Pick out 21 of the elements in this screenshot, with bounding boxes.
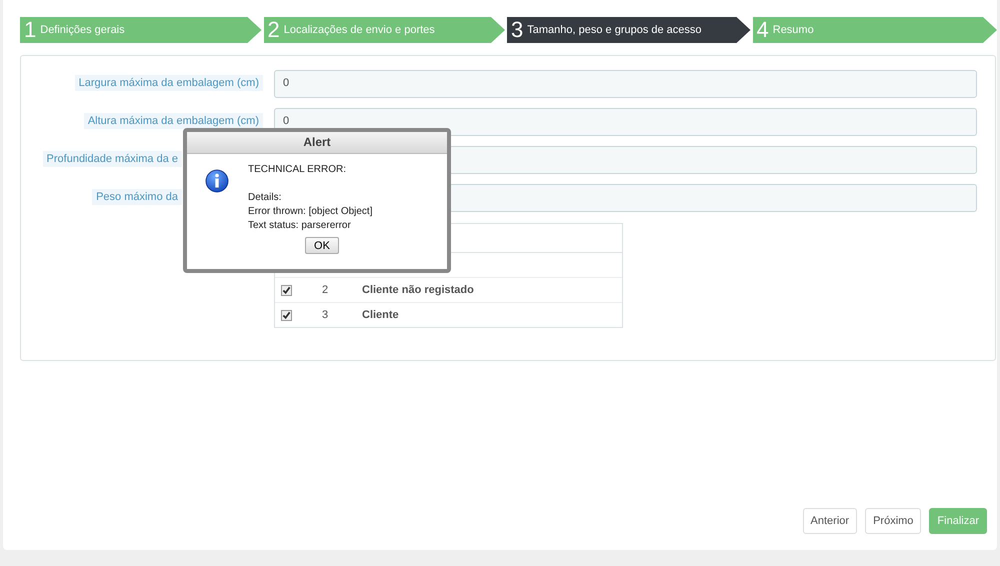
dialog-message: Text status: parsererror	[248, 220, 351, 231]
field-label: Peso máximo da	[92, 189, 182, 205]
field-label: Altura máxima da embalagem (cm)	[84, 113, 263, 129]
input-field[interactable]: 0	[274, 70, 977, 98]
field-label: Profundidade máxima da e	[42, 151, 182, 167]
info-icon	[205, 169, 229, 193]
table-cell-text: 3	[322, 309, 330, 321]
checkbox[interactable]	[281, 310, 292, 320]
field-label: Largura máxima da embalagem (cm)	[74, 75, 263, 91]
table-cell: Cliente não registado	[362, 284, 474, 296]
wizard-button[interactable]: Anterior	[802, 508, 858, 534]
dialog-message: Details:	[248, 192, 282, 203]
wizard-button[interactable]: Próximo	[865, 508, 922, 534]
table-cell: Cliente	[362, 309, 399, 321]
dialog-title: Alert	[187, 132, 447, 154]
table-cell-text: 2	[322, 284, 330, 296]
input-field[interactable]: 0	[274, 108, 977, 136]
checkbox[interactable]	[281, 284, 292, 296]
dialog-message: TECHNICAL ERROR:	[248, 164, 346, 175]
ok-button[interactable]: OK	[305, 237, 339, 254]
dialog-message: Error thrown: [object Object]	[248, 206, 372, 217]
